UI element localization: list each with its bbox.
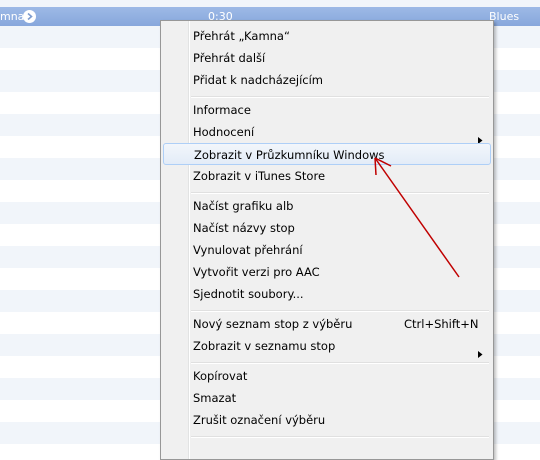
- menu-item-consolidate-files[interactable]: Sjednotit soubory...: [163, 283, 491, 305]
- menu-item-copy[interactable]: Kopírovat: [163, 365, 491, 387]
- menu-item-show-in-playlist[interactable]: Zobrazit v seznamu stop: [163, 335, 491, 358]
- menu-item-label: Sjednotit soubory...: [193, 287, 304, 301]
- menu-separator: [191, 436, 489, 438]
- menu-item-label: Kopírovat: [193, 369, 248, 383]
- menu-item-label: Zrušit označení výběru: [193, 413, 326, 427]
- menu-item-label: Zobrazit v seznamu stop: [193, 339, 336, 353]
- menu-item-label: Zobrazit v Průzkumníku Windows: [194, 148, 385, 162]
- menu-separator: [191, 96, 489, 98]
- menu-item-show-in-explorer[interactable]: Zobrazit v Průzkumníku Windows: [163, 143, 491, 165]
- context-menu: Přehrát „Kamna“ Přehrát další Přidat k n…: [160, 20, 494, 460]
- menu-item-label: Zobrazit v iTunes Store: [193, 169, 326, 183]
- track-name: mna: [0, 10, 25, 23]
- menu-item-label: Smazat: [193, 391, 237, 405]
- menu-item-label: Načíst názvy stop: [193, 221, 295, 235]
- menu-separator: [191, 310, 489, 312]
- menu-item-label: Přehrát další: [193, 51, 266, 65]
- menu-item-label: Informace: [193, 103, 251, 117]
- menu-item-rating[interactable]: Hodnocení: [163, 121, 491, 144]
- menu-item-reset-plays[interactable]: Vynulovat přehrání: [163, 239, 491, 261]
- menu-item-label: Vytvořit verzi pro AAC: [193, 265, 320, 279]
- menu-item-new-playlist-from-selection[interactable]: Nový seznam stop z výběru Ctrl+Shift+N: [163, 313, 491, 335]
- menu-item-info[interactable]: Informace: [163, 99, 491, 121]
- menu-item-get-track-names[interactable]: Načíst názvy stop: [163, 217, 491, 239]
- menu-item-get-album-artwork[interactable]: Načíst grafiku alb: [163, 195, 491, 217]
- menu-item-delete[interactable]: Smazat: [163, 387, 491, 409]
- menu-separator: [191, 192, 489, 194]
- menu-item-create-aac-version[interactable]: Vytvořit verzi pro AAC: [163, 261, 491, 283]
- menu-item-shortcut: Ctrl+Shift+N: [404, 317, 479, 331]
- menu-item-label: Přidat k nadcházejícím: [193, 73, 323, 87]
- menu-item-show-in-itunes-store[interactable]: Zobrazit v iTunes Store: [163, 165, 491, 187]
- menu-item-label: Hodnocení: [193, 125, 255, 139]
- menu-item-add-to-up-next[interactable]: Přidat k nadcházejícím: [163, 69, 491, 91]
- menu-separator: [191, 362, 489, 364]
- menu-item-label: Nový seznam stop z výběru: [193, 317, 353, 331]
- menu-item-deselect[interactable]: Zrušit označení výběru: [163, 409, 491, 431]
- track-row-partial[interactable]: [0, 0, 540, 7]
- menu-item-label: Vynulovat přehrání: [193, 243, 303, 257]
- menu-item-label: Přehrát „Kamna“: [193, 29, 290, 43]
- go-to-arrow-icon[interactable]: [23, 10, 36, 23]
- menu-item-play-next[interactable]: Přehrát další: [163, 47, 491, 69]
- menu-item-play[interactable]: Přehrát „Kamna“: [163, 25, 491, 47]
- menu-item-label: Načíst grafiku alb: [193, 199, 294, 213]
